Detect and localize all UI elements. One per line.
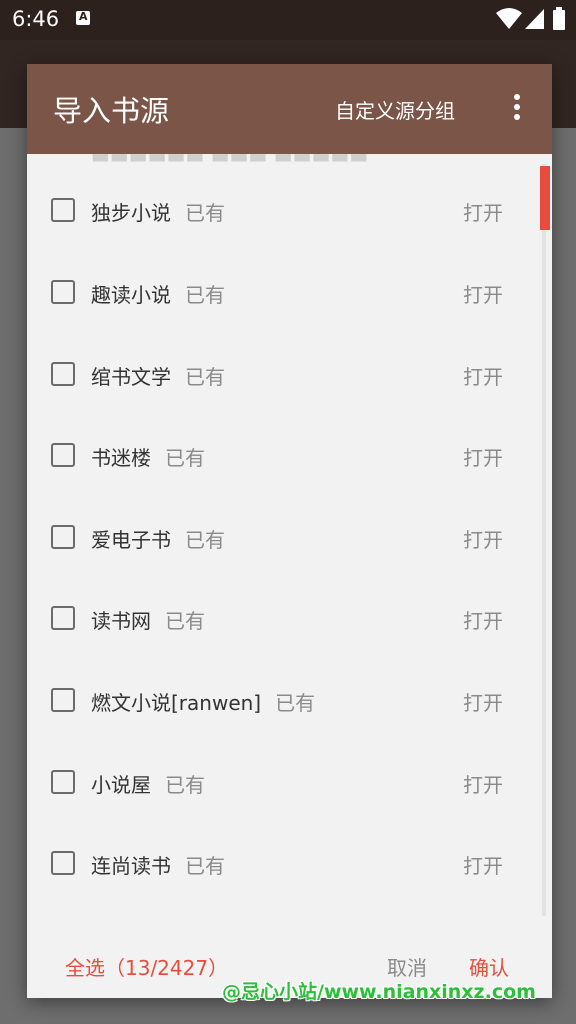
status-label: 已有 (165, 773, 205, 797)
checkbox[interactable] (51, 362, 75, 386)
notification-a-icon (76, 10, 90, 25)
source-list[interactable]: ▬▬▬▬▬▬ ▬▬▬ ▬▬▬▬▬ 独步小说 已有 打开 趣读小说 已有 打开 绾书文… (27, 154, 552, 924)
open-button[interactable]: 打开 (463, 197, 503, 226)
list-item-partial: ▬▬▬▬▬▬ ▬▬▬ ▬▬▬▬▬ (91, 154, 369, 168)
open-button[interactable]: 打开 (463, 442, 503, 471)
dialog-title: 导入书源 (53, 94, 170, 128)
list-item[interactable]: 连尚读书 已有 打开 (27, 823, 537, 905)
list-item[interactable]: 绾书文学 已有 打开 (27, 334, 537, 416)
source-name: 小说屋 (91, 773, 151, 797)
wifi-icon (496, 8, 522, 29)
signal-icon (525, 9, 544, 29)
list-item[interactable]: 小说屋 已有 打开 (27, 742, 537, 824)
checkbox[interactable] (51, 606, 75, 630)
open-button[interactable]: 打开 (463, 687, 503, 716)
open-button[interactable]: 打开 (463, 769, 503, 798)
status-label: 已有 (165, 446, 205, 470)
source-name: 燃文小说[ranwen] (91, 691, 262, 715)
checkbox[interactable] (51, 770, 75, 794)
list-item[interactable]: 独步小说 已有 打开 (27, 170, 537, 252)
checkbox[interactable] (51, 443, 75, 467)
source-name: 连尚读书 (91, 854, 171, 878)
open-button[interactable]: 打开 (463, 361, 503, 390)
more-vert-icon[interactable] (507, 94, 527, 126)
open-button[interactable]: 打开 (463, 279, 503, 308)
checkbox[interactable] (51, 688, 75, 712)
source-name: 读书网 (91, 609, 151, 633)
open-button[interactable]: 打开 (463, 605, 503, 634)
source-name: 趣读小说 (91, 283, 171, 307)
open-button[interactable]: 打开 (463, 850, 503, 879)
status-label: 已有 (185, 283, 225, 307)
list-item[interactable]: 书迷楼 已有 打开 (27, 415, 537, 497)
status-label: 已有 (185, 365, 225, 389)
dialog-header: 导入书源 自定义源分组 (27, 64, 552, 154)
source-name: 独步小说 (91, 201, 171, 225)
list-item[interactable]: 燃文小说[ranwen] 已有 打开 (27, 660, 537, 742)
custom-group-button[interactable]: 自定义源分组 (335, 95, 455, 124)
status-label: 已有 (165, 609, 205, 633)
scrollbar-thumb[interactable] (540, 166, 550, 230)
watermark: @忌心小站/www.nianxinxz.com (222, 981, 536, 1003)
battery-icon (553, 7, 565, 30)
select-all-button[interactable]: 全选（13/2427） (65, 952, 228, 981)
scrollbar-track[interactable] (542, 164, 546, 916)
source-name: 爱电子书 (91, 528, 171, 552)
open-button[interactable]: 打开 (463, 524, 503, 553)
source-name: 书迷楼 (91, 446, 151, 470)
list-item[interactable]: 趣读小说 已有 打开 (27, 252, 537, 334)
source-name: 绾书文学 (91, 365, 171, 389)
status-label: 已有 (185, 528, 225, 552)
import-source-dialog: 导入书源 自定义源分组 ▬▬▬▬▬▬ ▬▬▬ ▬▬▬▬▬ 独步小说 已有 打开 趣… (27, 64, 552, 998)
status-label: 已有 (185, 854, 225, 878)
checkbox[interactable] (51, 198, 75, 222)
status-bar: 6:46 (0, 0, 576, 40)
list-item[interactable]: 读书网 已有 打开 (27, 578, 537, 660)
status-label: 已有 (275, 691, 316, 715)
status-label: 已有 (185, 201, 225, 225)
checkbox[interactable] (51, 280, 75, 304)
list-item[interactable]: 爱电子书 已有 打开 (27, 497, 537, 579)
status-time: 6:46 (12, 7, 60, 31)
checkbox[interactable] (51, 851, 75, 875)
checkbox[interactable] (51, 525, 75, 549)
